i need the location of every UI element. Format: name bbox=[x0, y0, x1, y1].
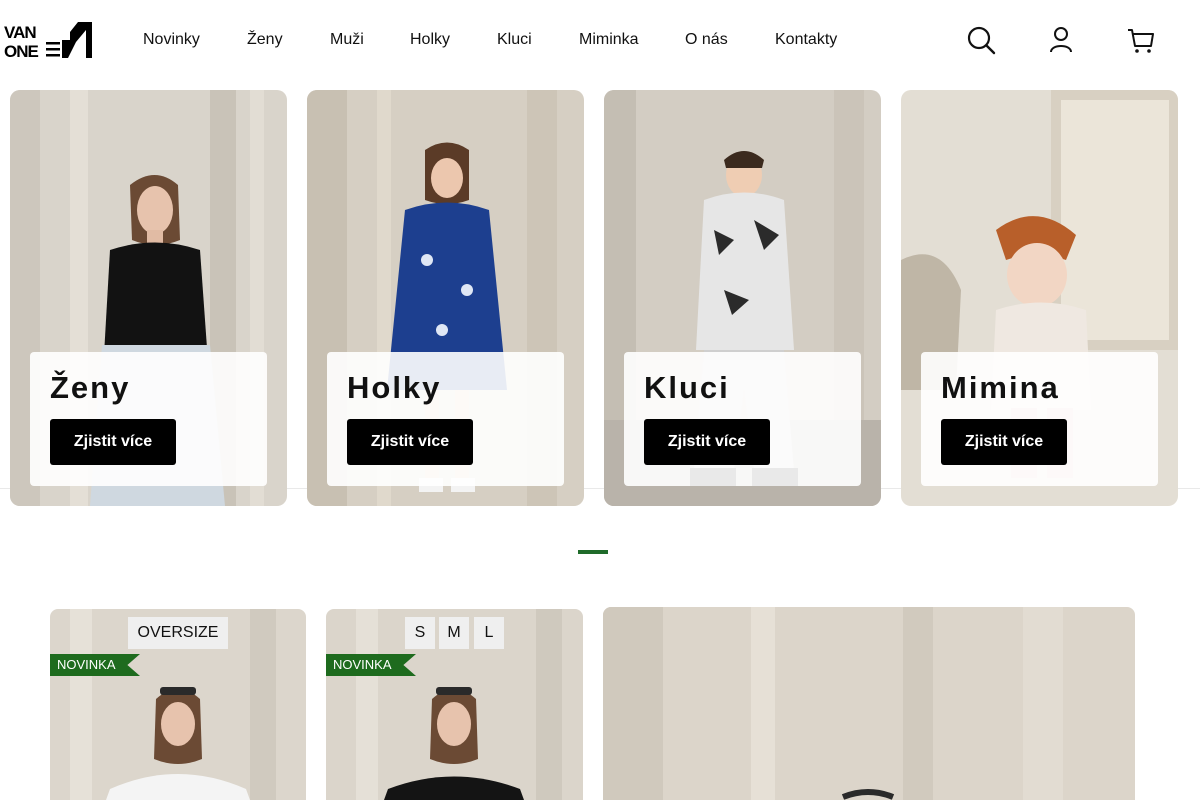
category-more-button[interactable]: Zjistit více bbox=[941, 419, 1067, 465]
site-header: VAN ONE Novinky Ženy Muži Holky Kluci Mi… bbox=[0, 0, 1200, 80]
nav-zeny[interactable]: Ženy bbox=[247, 30, 283, 50]
category-card-zeny[interactable]: Ženy Zjistit více bbox=[10, 90, 287, 506]
category-title: Kluci bbox=[644, 370, 730, 405]
new-badge: NOVINKA bbox=[50, 654, 140, 676]
category-card-kluci[interactable]: Kluci Zjistit více bbox=[604, 90, 881, 506]
nav-holky[interactable]: Holky bbox=[410, 30, 450, 50]
vanone-logo[interactable]: VAN ONE bbox=[4, 22, 92, 58]
category-panel: Holky Zjistit více bbox=[327, 352, 564, 486]
category-card-mimina[interactable]: Mimina Zjistit více bbox=[901, 90, 1178, 506]
nav-kluci[interactable]: Kluci bbox=[497, 30, 532, 50]
product-card[interactable]: OVERSIZE NOVINKA bbox=[50, 609, 306, 800]
cart-icon[interactable] bbox=[1125, 24, 1157, 56]
logo-line-1: VAN bbox=[4, 23, 36, 42]
size-option[interactable]: L bbox=[474, 617, 504, 649]
product-tag: OVERSIZE bbox=[128, 617, 228, 649]
nav-miminka[interactable]: Miminka bbox=[579, 30, 639, 50]
category-panel: Mimina Zjistit více bbox=[921, 352, 1158, 486]
nav-kontakty[interactable]: Kontakty bbox=[775, 30, 837, 50]
user-icon[interactable] bbox=[1045, 24, 1077, 56]
category-panel: Ženy Zjistit více bbox=[30, 352, 267, 486]
category-title: Ženy bbox=[50, 370, 131, 405]
category-card-holky[interactable]: Holky Zjistit více bbox=[307, 90, 584, 506]
size-option[interactable]: M bbox=[439, 617, 469, 649]
category-title: Holky bbox=[347, 370, 442, 405]
logo-line-2: ONE bbox=[4, 42, 39, 58]
product-feature-photo bbox=[603, 607, 1135, 800]
category-panel: Kluci Zjistit více bbox=[624, 352, 861, 486]
nav-novinky[interactable]: Novinky bbox=[143, 30, 200, 50]
new-badge: NOVINKA bbox=[326, 654, 416, 676]
carousel-indicator[interactable] bbox=[578, 550, 608, 554]
size-option[interactable]: S bbox=[405, 617, 435, 649]
category-more-button[interactable]: Zjistit více bbox=[347, 419, 473, 465]
product-feature-card[interactable] bbox=[603, 607, 1135, 800]
product-card[interactable]: S M L NOVINKA bbox=[326, 609, 583, 800]
category-more-button[interactable]: Zjistit více bbox=[50, 419, 176, 465]
nav-muzi[interactable]: Muži bbox=[330, 30, 364, 50]
category-title: Mimina bbox=[941, 370, 1060, 405]
nav-o-nas[interactable]: O nás bbox=[685, 30, 728, 50]
search-icon[interactable] bbox=[965, 24, 997, 56]
category-more-button[interactable]: Zjistit více bbox=[644, 419, 770, 465]
